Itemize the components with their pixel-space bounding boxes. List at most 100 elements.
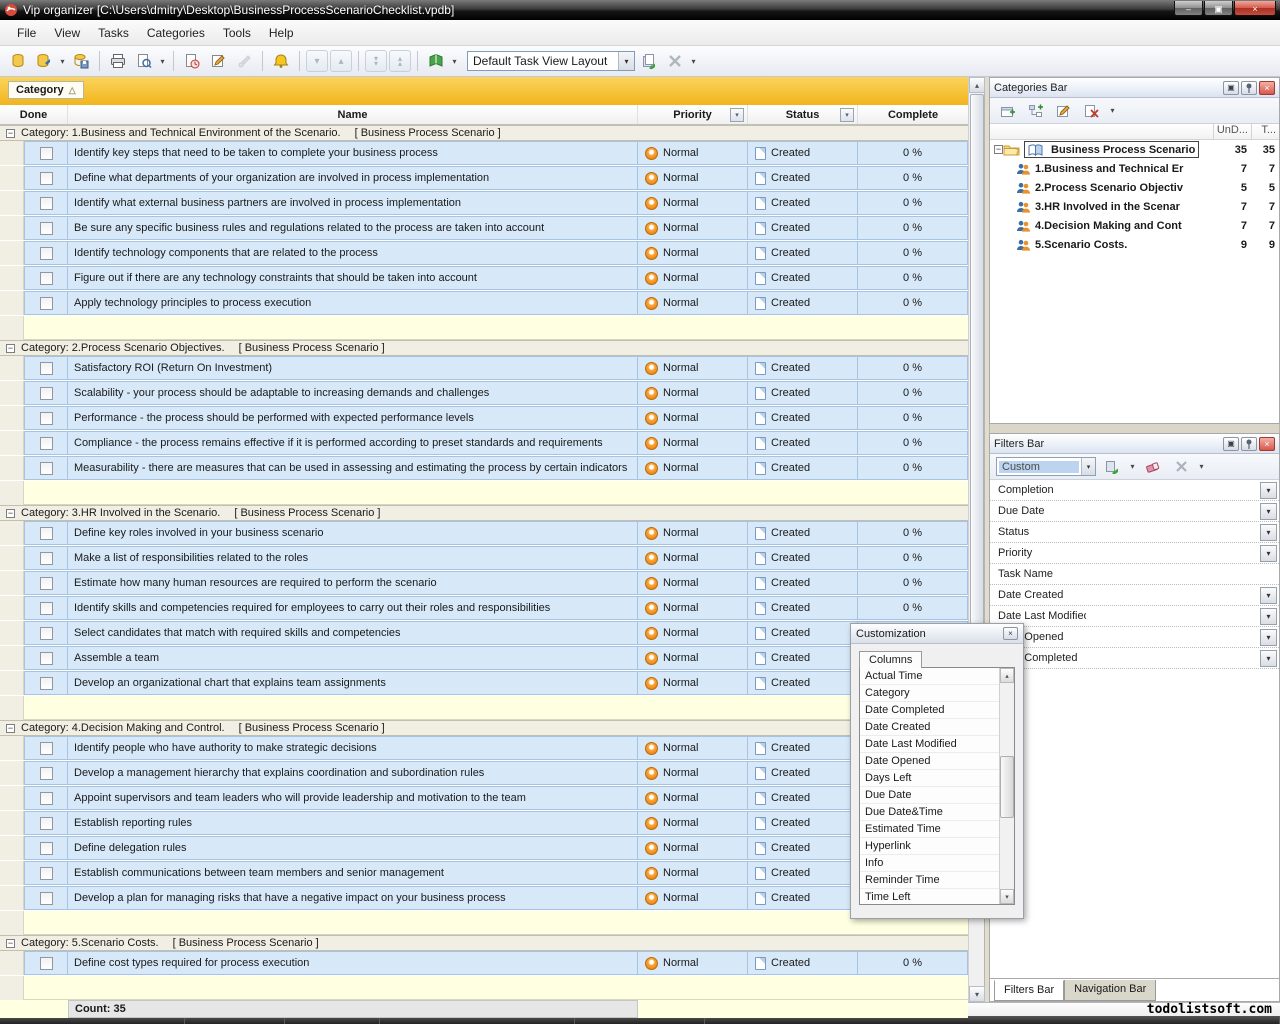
task-done-checkbox[interactable]	[40, 892, 53, 905]
collapse-icon[interactable]: −	[6, 344, 15, 353]
save-layout-button[interactable]	[637, 49, 661, 73]
task-name-cell[interactable]: Appoint supervisors and team leaders who…	[68, 786, 638, 810]
task-row[interactable]: Define what departments of your organiza…	[0, 166, 969, 190]
task-row[interactable]: Estimate how many human resources are re…	[0, 571, 969, 595]
column-header-name[interactable]: Name	[68, 105, 638, 124]
task-name-cell[interactable]: Assemble a team	[68, 646, 638, 670]
task-priority-cell[interactable]: Normal	[638, 836, 748, 860]
task-done-checkbox[interactable]	[40, 652, 53, 665]
task-done-checkbox[interactable]	[40, 297, 53, 310]
task-name-cell[interactable]: Define cost types required for process e…	[68, 951, 638, 975]
task-done-checkbox[interactable]	[40, 842, 53, 855]
task-priority-cell[interactable]: Normal	[638, 671, 748, 695]
task-row[interactable]: Develop a plan for managing risks that h…	[0, 886, 969, 910]
filter-row[interactable]: Task Name	[990, 564, 1279, 585]
task-status-cell[interactable]: Created	[748, 191, 858, 215]
panel-pin-button[interactable]	[1241, 81, 1257, 95]
task-priority-cell[interactable]: Normal	[638, 761, 748, 785]
task-row[interactable]: Satisfactory ROI (Return On Investment)N…	[0, 356, 969, 380]
panel-restore-button[interactable]: ▣	[1223, 437, 1239, 451]
column-list-item[interactable]: Info	[860, 855, 999, 872]
task-name-cell[interactable]: Establish reporting rules	[68, 811, 638, 835]
task-row[interactable]: Establish reporting rulesNormalCreated0 …	[0, 811, 969, 835]
menu-item-file[interactable]: File	[8, 22, 45, 44]
task-status-cell[interactable]: Created	[748, 646, 858, 670]
task-priority-cell[interactable]: Normal	[638, 191, 748, 215]
menu-item-view[interactable]: View	[45, 22, 89, 44]
column-header-done[interactable]: Done	[0, 105, 68, 124]
task-status-cell[interactable]: Created	[748, 356, 858, 380]
column-header-undone[interactable]: UnD...	[1213, 124, 1251, 139]
category-tree-row[interactable]: 2.Process Scenario Objectiv55	[990, 178, 1279, 197]
category-group-row[interactable]: −Category: 4.Decision Making and Control…	[0, 720, 969, 736]
column-list-item[interactable]: Actual Time	[860, 668, 999, 685]
filter-dropdown-button[interactable]: ▾	[1260, 650, 1277, 667]
filter-preset-combo[interactable]: Custom ▾	[996, 457, 1096, 476]
category-tree-row[interactable]: 3.HR Involved in the Scenar77	[990, 197, 1279, 216]
notify-button[interactable]	[269, 49, 293, 73]
tab-filters-bar[interactable]: Filters Bar	[994, 980, 1064, 1001]
task-status-cell[interactable]: Created	[748, 811, 858, 835]
task-name-cell[interactable]: Identify key steps that need to be taken…	[68, 141, 638, 165]
task-done-checkbox[interactable]	[40, 792, 53, 805]
task-name-cell[interactable]: Establish communications between team me…	[68, 861, 638, 885]
apply-filter-dropdown[interactable]: ▾	[1128, 462, 1137, 471]
task-done-checkbox[interactable]	[40, 222, 53, 235]
task-done-checkbox[interactable]	[40, 817, 53, 830]
filters-toolbar-dropdown[interactable]: ▾	[1197, 462, 1206, 471]
task-status-cell[interactable]: Created	[748, 216, 858, 240]
task-row[interactable]: Be sure any specific business rules and …	[0, 216, 969, 240]
task-done-checkbox[interactable]	[40, 247, 53, 260]
filter-dropdown-button[interactable]: ▾	[1260, 545, 1277, 562]
collapse-icon[interactable]: −	[6, 724, 15, 733]
task-priority-cell[interactable]: Normal	[638, 456, 748, 480]
task-priority-cell[interactable]: Normal	[638, 811, 748, 835]
task-row[interactable]: Make a list of responsibilities related …	[0, 546, 969, 570]
task-name-cell[interactable]: Figure out if there are any technology c…	[68, 266, 638, 290]
menu-item-help[interactable]: Help	[260, 22, 303, 44]
task-status-cell[interactable]: Created	[748, 406, 858, 430]
task-done-checkbox[interactable]	[40, 462, 53, 475]
task-row[interactable]: Compliance - the process remains effecti…	[0, 431, 969, 455]
task-name-cell[interactable]: Identify people who have authority to ma…	[68, 736, 638, 760]
task-row[interactable]: Measurability - there are measures that …	[0, 456, 969, 480]
task-priority-cell[interactable]: Normal	[638, 596, 748, 620]
column-list-item[interactable]: Estimated Time	[860, 821, 999, 838]
task-name-cell[interactable]: Be sure any specific business rules and …	[68, 216, 638, 240]
panel-pin-button[interactable]	[1241, 437, 1257, 451]
task-done-checkbox[interactable]	[40, 677, 53, 690]
task-done-checkbox[interactable]	[40, 272, 53, 285]
minimize-button[interactable]: –	[1174, 1, 1203, 16]
task-status-cell[interactable]: Created	[748, 546, 858, 570]
delete-filter-button[interactable]	[1169, 455, 1193, 479]
task-priority-cell[interactable]: Normal	[638, 241, 748, 265]
task-status-cell[interactable]: Created	[748, 761, 858, 785]
task-row[interactable]: Develop an organizational chart that exp…	[0, 671, 969, 695]
task-priority-cell[interactable]: Normal	[638, 861, 748, 885]
task-status-cell[interactable]: Created	[748, 431, 858, 455]
task-done-checkbox[interactable]	[40, 172, 53, 185]
delete-category-button[interactable]	[1080, 99, 1104, 123]
task-name-cell[interactable]: Identify what external business partners…	[68, 191, 638, 215]
filter-dropdown-button[interactable]: ▾	[1260, 629, 1277, 646]
task-row[interactable]: Identify what external business partners…	[0, 191, 969, 215]
filter-row[interactable]: Date Created▾	[990, 585, 1279, 606]
task-row[interactable]: Assemble a teamNormalCreated0 %	[0, 646, 969, 670]
task-done-checkbox[interactable]	[40, 627, 53, 640]
task-status-cell[interactable]: Created	[748, 141, 858, 165]
task-properties-button[interactable]	[232, 49, 256, 73]
layout-combo-dropdown[interactable]: ▾	[618, 52, 634, 70]
filter-dropdown-button[interactable]: ▾	[1260, 587, 1277, 604]
categories-toolbar-dropdown[interactable]: ▾	[1108, 106, 1117, 115]
task-done-checkbox[interactable]	[40, 742, 53, 755]
scroll-up-button[interactable]: ▴	[969, 77, 985, 93]
task-priority-cell[interactable]: Normal	[638, 406, 748, 430]
task-priority-cell[interactable]: Normal	[638, 786, 748, 810]
scroll-down-button[interactable]: ▾	[969, 986, 985, 1002]
task-priority-cell[interactable]: Normal	[638, 646, 748, 670]
filter-row[interactable]: Status▾	[990, 522, 1279, 543]
print-button[interactable]	[106, 49, 130, 73]
task-done-checkbox[interactable]	[40, 437, 53, 450]
task-name-cell[interactable]: Identify technology components that are …	[68, 241, 638, 265]
task-status-cell[interactable]: Created	[748, 381, 858, 405]
